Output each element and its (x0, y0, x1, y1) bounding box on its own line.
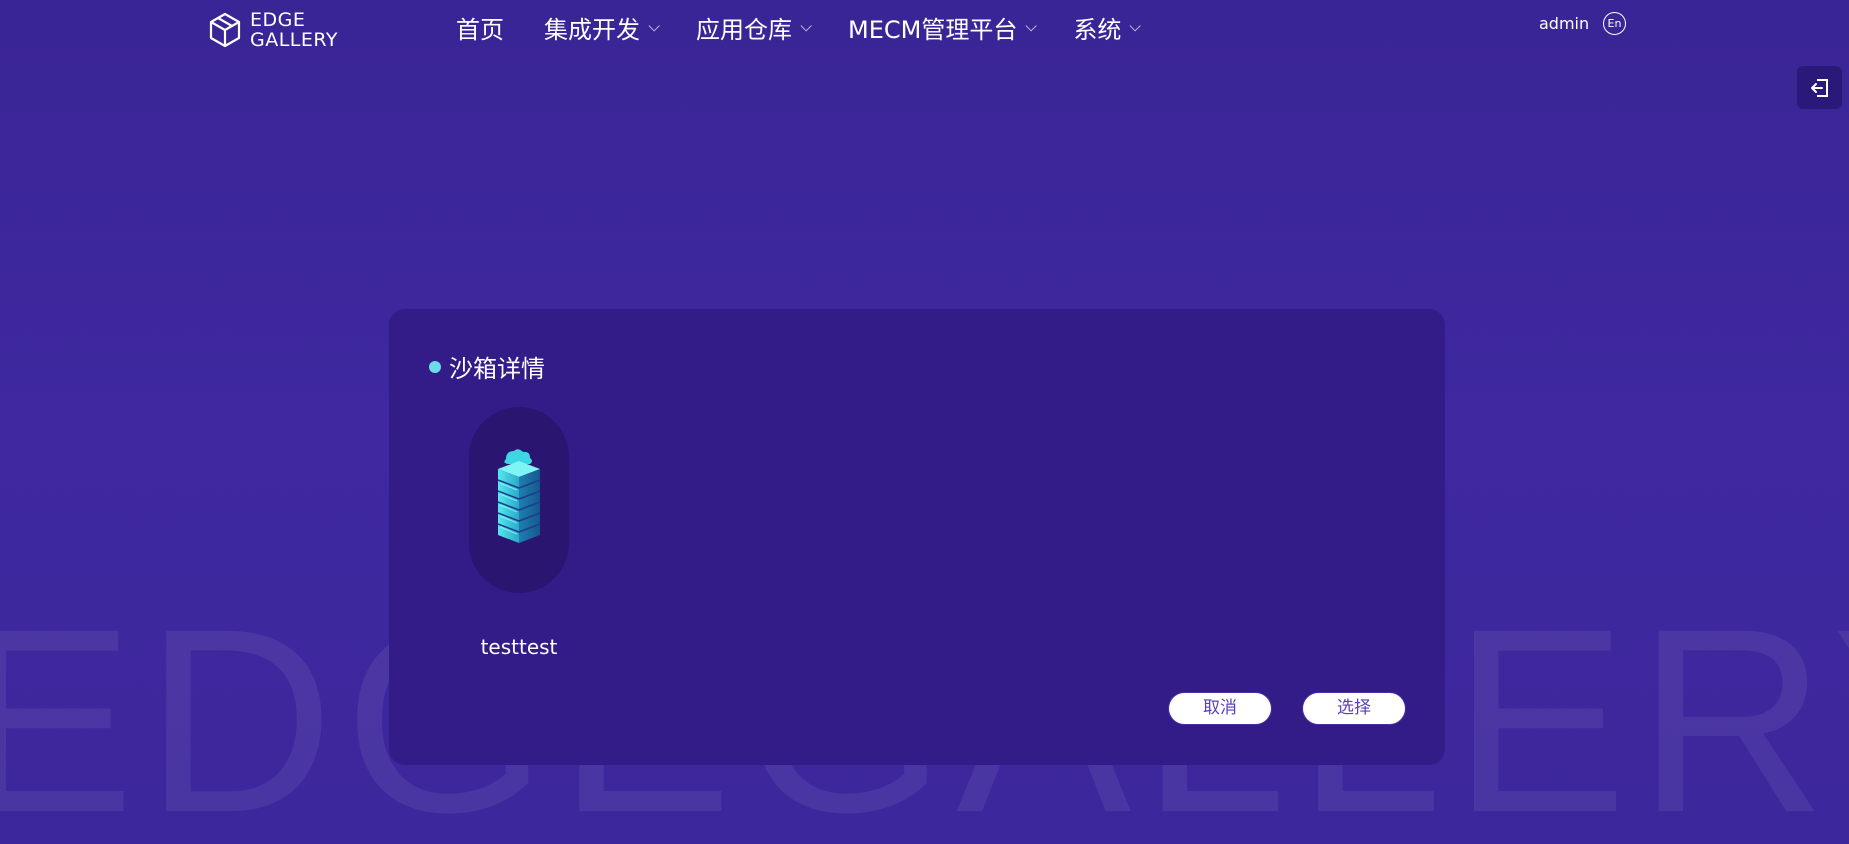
logo-line-2: GALLERY (250, 29, 338, 51)
nav-label: 首页 (456, 16, 504, 44)
nav-item-home[interactable]: 首页 (456, 10, 504, 45)
logout-icon (1810, 78, 1828, 97)
logo-text: EDGE GALLERY (250, 10, 338, 50)
nav-item-mecm[interactable]: MECM管理平台 (848, 10, 1038, 45)
main-nav: 首页 集成开发 应用仓库 MECM管理平台 系统 (456, 10, 1177, 45)
exit-button[interactable] (1797, 66, 1842, 109)
nav-label: 系统 (1073, 16, 1122, 44)
nav-label: MECM管理平台 (848, 16, 1018, 44)
language-toggle[interactable]: En (1603, 12, 1626, 35)
cancel-button[interactable]: 取消 (1169, 693, 1271, 724)
sandbox-card[interactable] (469, 407, 569, 593)
nav-item-system[interactable]: 系统 (1073, 10, 1142, 45)
nav-item-app-store[interactable]: 应用仓库 (696, 10, 812, 45)
sandbox-name: testtest (480, 635, 558, 659)
nav-item-integrated-dev[interactable]: 集成开发 (544, 10, 660, 45)
top-header: EDGE GALLERY 首页 集成开发 应用仓库 MECM管理平台 系统 ad… (0, 0, 1849, 52)
sandbox-details-panel: 沙箱详情 testtest 取消 选择 (389, 309, 1445, 765)
title-dot-icon (429, 360, 441, 373)
chevron-down-icon (1129, 19, 1142, 32)
panel-title: 沙箱详情 (429, 349, 545, 384)
logo-line-1: EDGE (250, 9, 306, 31)
panel-title-text: 沙箱详情 (449, 355, 545, 383)
server-stack-icon (497, 449, 541, 543)
nav-label: 集成开发 (544, 16, 640, 44)
chevron-down-icon (1025, 19, 1038, 32)
nav-label: 应用仓库 (696, 16, 792, 44)
cube-logo-icon (209, 12, 241, 48)
user-name[interactable]: admin (1539, 14, 1589, 33)
chevron-down-icon (800, 19, 812, 32)
edgegallery-logo[interactable]: EDGE GALLERY (208, 10, 338, 50)
chevron-down-icon (648, 19, 660, 32)
select-button[interactable]: 选择 (1303, 693, 1405, 724)
